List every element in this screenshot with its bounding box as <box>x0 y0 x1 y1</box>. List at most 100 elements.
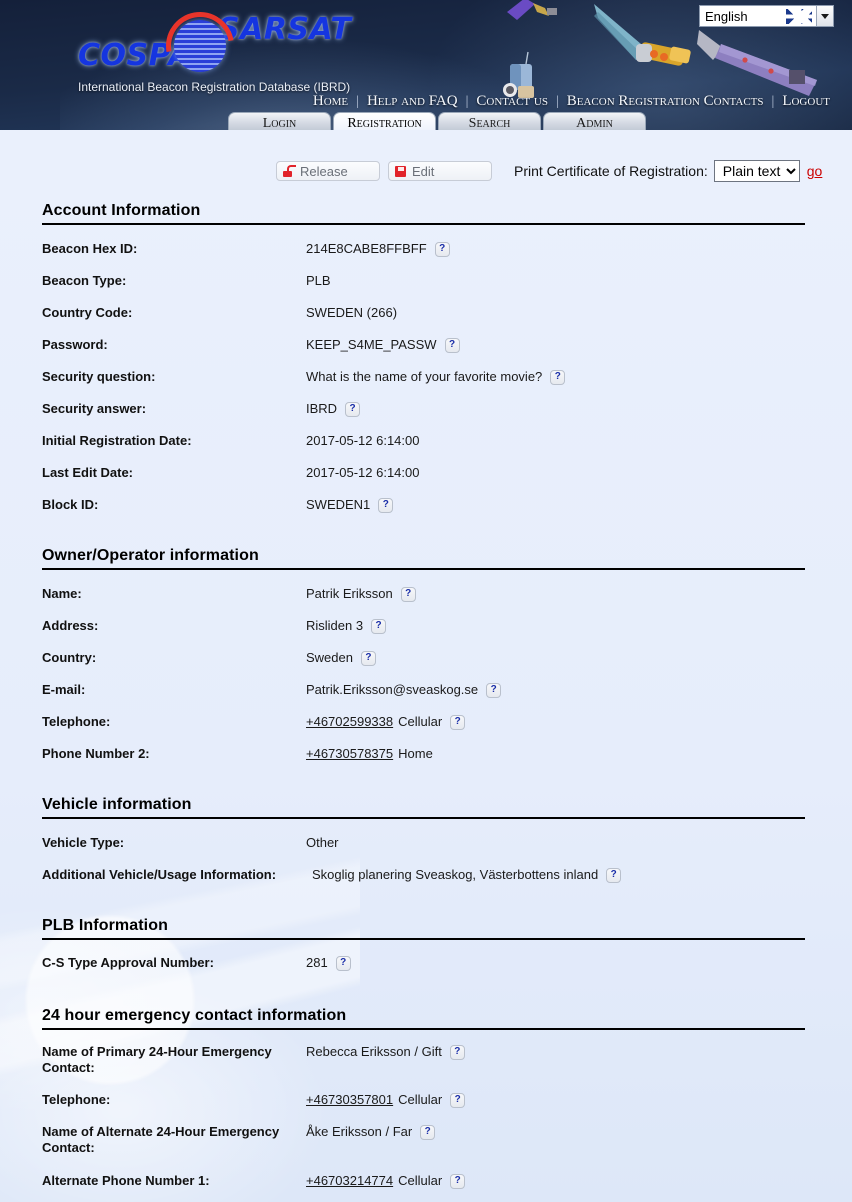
field-label-name-of-primary-24-hour-emergency-contact: Name of Primary 24-Hour Emergency Contac… <box>42 1044 272 1075</box>
tab-login[interactable]: Login <box>228 112 331 130</box>
field-value-c-s-type-approval-number: 281? <box>306 955 351 971</box>
edit-button[interactable]: Edit <box>388 161 492 181</box>
phone-type-label: Cellular <box>398 1092 443 1107</box>
help-icon[interactable]: ? <box>606 867 622 883</box>
help-icon[interactable]: ? <box>449 1044 465 1060</box>
value-text: IBRD <box>306 401 338 416</box>
nav-link-home[interactable]: Home <box>305 93 356 110</box>
field-label-c-s-type-approval-number: C-S Type Approval Number: <box>42 955 214 970</box>
chevron-down-icon[interactable] <box>816 6 833 26</box>
logo-text-sarsat: SARSAT <box>218 12 352 47</box>
page-body: Release Edit Print Certificate of Regist… <box>0 130 852 1202</box>
field-value-name-of-alternate-24-hour-emergency-contact: Åke Eriksson / Far? <box>306 1124 436 1140</box>
unlock-icon <box>283 164 296 177</box>
field-value-telephone: +46730357801 Cellular? <box>306 1092 466 1108</box>
section-owner-operator-information: Owner/Operator information <box>42 547 805 570</box>
field-value-beacon-type: PLB <box>306 273 331 289</box>
field-label-name-of-alternate-24-hour-emergency-contact: Name of Alternate 24-Hour Emergency Cont… <box>42 1124 280 1155</box>
phone-number-link[interactable]: +46702599338 <box>306 714 393 730</box>
value-text: 214E8CABE8FFBFF <box>306 241 427 256</box>
value-text: KEEP_S4ME_PASSW <box>306 337 437 352</box>
help-icon[interactable]: ? <box>444 337 460 353</box>
edit-button-label: Edit <box>412 163 435 179</box>
release-button[interactable]: Release <box>276 161 380 181</box>
nav-link-logout[interactable]: Logout <box>774 93 838 110</box>
field-value-name: Patrik Eriksson? <box>306 586 416 602</box>
field-label-security-question: Security question: <box>42 369 156 384</box>
value-text: 2017-05-12 6:14:00 <box>306 465 420 480</box>
print-format-select[interactable]: Plain text <box>713 160 800 182</box>
tab-admin[interactable]: Admin <box>543 112 646 130</box>
section-title: Vehicle information <box>42 796 805 819</box>
tab-registration[interactable]: Registration <box>333 112 436 130</box>
phone-type-label: Cellular <box>398 1173 443 1188</box>
go-link[interactable]: go <box>807 163 823 179</box>
help-icon[interactable]: ? <box>371 618 387 634</box>
value-text: Patrik Eriksson <box>306 586 393 601</box>
language-selector[interactable]: English <box>699 5 834 27</box>
nav-link-contact-us[interactable]: Contact us <box>468 93 556 110</box>
help-icon[interactable]: ? <box>378 497 394 513</box>
field-value-country: Sweden? <box>306 650 376 666</box>
value-text: Other <box>306 835 339 850</box>
field-value-country-code: SWEDEN (266) <box>306 305 397 321</box>
help-icon[interactable]: ? <box>400 586 416 602</box>
union-jack-flag-icon <box>786 8 812 24</box>
field-label-e-mail: E-mail: <box>42 682 86 697</box>
value-text: Sweden <box>306 650 353 665</box>
nav-link-beacon-registration-contacts[interactable]: Beacon Registration Contacts <box>559 93 772 110</box>
value-text: Skoglig planering Sveaskog, Västerbotten… <box>312 867 599 882</box>
phone-type-label: Cellular <box>398 714 443 729</box>
satellite-icon-gold <box>594 4 691 66</box>
field-label-password: Password: <box>42 337 108 352</box>
phone-number-link[interactable]: +46703214774 <box>306 1173 393 1189</box>
phone-number-link[interactable]: +46730578375 <box>306 746 393 762</box>
field-label-address: Address: <box>42 618 99 633</box>
field-value-phone-number-2: +46730578375 Home <box>306 746 433 762</box>
field-value-address: Risliden 3? <box>306 618 387 634</box>
save-disk-icon <box>395 165 406 177</box>
field-label-initial-registration-date: Initial Registration Date: <box>42 433 192 448</box>
top-navigation: Home | Help and FAQ | Contact us | Beaco… <box>305 93 838 110</box>
field-value-security-question: What is the name of your favorite movie?… <box>306 369 566 385</box>
nav-link-help-and-faq[interactable]: Help and FAQ <box>359 93 466 110</box>
field-label-phone-number-2: Phone Number 2: <box>42 746 150 761</box>
main-tab-bar: Login Registration Search Admin <box>228 112 646 130</box>
help-icon[interactable]: ? <box>434 241 450 257</box>
field-label-last-edit-date: Last Edit Date: <box>42 465 134 480</box>
section-title: PLB Information <box>42 917 805 940</box>
field-value-beacon-hex-id: 214E8CABE8FFBFF? <box>306 241 450 257</box>
help-icon[interactable]: ? <box>486 682 502 698</box>
help-icon[interactable]: ? <box>420 1124 436 1140</box>
help-icon[interactable]: ? <box>450 1092 466 1108</box>
help-icon[interactable]: ? <box>450 1173 466 1189</box>
field-label-vehicle-type: Vehicle Type: <box>42 835 125 850</box>
field-value-password: KEEP_S4ME_PASSW? <box>306 337 460 353</box>
section-vehicle-information: Vehicle information <box>42 796 805 819</box>
section-plb-information: PLB Information <box>42 917 805 940</box>
field-label-country-code: Country Code: <box>42 305 133 320</box>
print-certificate-label: Print Certificate of Registration: <box>514 163 708 179</box>
field-value-security-answer: IBRD? <box>306 401 361 417</box>
help-icon[interactable]: ? <box>360 650 376 666</box>
help-icon[interactable]: ? <box>550 369 566 385</box>
value-text: Rebecca Eriksson / Gift <box>306 1044 442 1059</box>
value-text: PLB <box>306 273 331 288</box>
phone-type-label: Home <box>398 746 433 761</box>
help-icon[interactable]: ? <box>345 401 361 417</box>
tab-search[interactable]: Search <box>438 112 541 130</box>
release-button-label: Release <box>300 163 348 179</box>
value-text: SWEDEN (266) <box>306 305 398 320</box>
section-title: Owner/Operator information <box>42 547 805 570</box>
value-text: Patrik.Eriksson@sveaskog.se <box>306 682 479 697</box>
field-value-telephone: +46702599338 Cellular? <box>306 714 466 730</box>
satellite-icon-purple <box>507 0 557 20</box>
section-account-information: Account Information <box>42 202 805 225</box>
help-icon[interactable]: ? <box>450 714 466 730</box>
help-icon[interactable]: ? <box>335 955 351 971</box>
field-label-telephone: Telephone: <box>42 714 111 729</box>
field-value-e-mail: Patrik.Eriksson@sveaskog.se? <box>306 682 502 698</box>
field-label-security-answer: Security answer: <box>42 401 147 416</box>
phone-number-link[interactable]: +46730357801 <box>306 1092 393 1108</box>
field-label-block-id: Block ID: <box>42 497 99 512</box>
